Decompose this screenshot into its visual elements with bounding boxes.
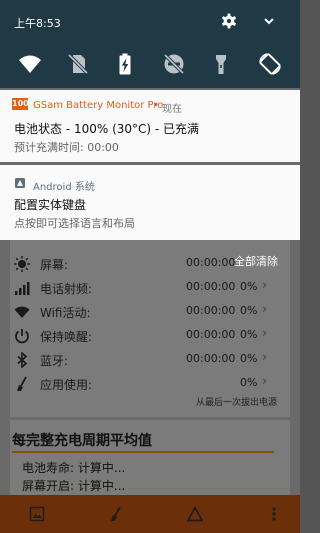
chevron-right-icon: › (262, 374, 268, 389)
bottom-nav-bar (0, 495, 300, 533)
usage-percent: 0% (240, 304, 258, 317)
chevron-right-icon: › (262, 350, 268, 365)
usage-row-bluetooth[interactable]: 蓝牙: 00:00:00 0% › (0, 348, 280, 372)
notification-app-name: Android 系统 (33, 182, 95, 193)
usage-label: 屏幕: (40, 258, 69, 272)
usage-time: 00:00:00 (186, 352, 236, 365)
wifi-icon (14, 306, 30, 318)
average-row: 电池寿命: 计算中... (22, 459, 125, 476)
no-sim-icon[interactable] (66, 52, 90, 76)
quick-settings-panel: 上午8:53 (0, 0, 300, 88)
flashlight-icon[interactable] (209, 52, 233, 76)
usage-label: 应用使用: (40, 378, 93, 392)
notification-time: 现在 (162, 104, 182, 115)
average-label: 电池寿命: (22, 461, 75, 475)
usage-time: 00:00:00 (186, 256, 236, 269)
usage-time: 00:00:00 (186, 328, 236, 341)
usage-row-wifi[interactable]: Wifi活动: 00:00:00 0% › (0, 300, 280, 324)
image-icon[interactable] (29, 506, 45, 522)
wifi-icon[interactable] (18, 52, 42, 76)
notification-title: 电池状态 - 100% (30°C) - 已充满 (14, 122, 200, 136)
broom-icon (17, 376, 27, 391)
usage-time: 00:00:00 (186, 304, 236, 317)
bluetooth-icon (17, 352, 28, 368)
notification-app-name: GSam Battery Monitor Pro (33, 100, 164, 111)
chevron-down-icon[interactable] (262, 14, 276, 28)
usage-row-app-usage[interactable]: 应用使用: 0% › (0, 372, 280, 396)
more-vert-icon[interactable] (266, 506, 282, 522)
usage-label: 电话射频: (40, 282, 93, 296)
usage-time: 00:00:00 (186, 280, 236, 293)
average-title-underline (12, 451, 274, 453)
average-label: 屏幕开启: (22, 479, 75, 493)
triangle-icon[interactable] (187, 506, 203, 522)
auto-rotate-icon[interactable] (258, 52, 282, 76)
clear-all-button[interactable]: 全部清除 (234, 253, 278, 269)
broom-icon[interactable] (108, 506, 124, 522)
notification-title: 配置实体键盘 (14, 198, 87, 212)
average-value: 计算中... (77, 479, 126, 493)
average-row: 屏幕开启: 计算中... (22, 477, 125, 494)
usage-label: 保持唤醒: (40, 330, 93, 344)
power-icon (15, 329, 29, 344)
android-system-icon (15, 178, 25, 188)
notification-text: 点按即可选择语言和布局 (14, 217, 135, 230)
average-value: 计算中... (77, 461, 126, 475)
usage-percent: 0% (240, 376, 258, 389)
usage-footnote: 从最后一次拔出电源 (196, 398, 278, 408)
usage-row-keep-awake[interactable]: 保持唤醒: 00:00:00 0% › (0, 324, 280, 348)
chevron-right-icon: › (262, 326, 268, 341)
usage-percent: 0% (240, 280, 258, 293)
usage-percent: 0% (240, 328, 258, 341)
signal-icon (15, 282, 30, 295)
gear-icon[interactable] (221, 13, 237, 29)
status-time: 上午8:53 (14, 17, 61, 30)
usage-label: 蓝牙: (40, 354, 69, 368)
screen-icon (14, 256, 30, 272)
usage-label: Wifi活动: (40, 306, 91, 320)
notification-text: 预计充满时间: 00:00 (14, 141, 119, 154)
average-title: 每完整充电周期平均值 (12, 433, 152, 449)
battery-charging-icon[interactable] (113, 52, 137, 76)
gsam-app-icon: 100 (12, 98, 29, 110)
battery-notification[interactable]: 100 GSam Battery Monitor Pro • 现在 电池状态 -… (0, 90, 300, 162)
chevron-right-icon: › (262, 302, 268, 317)
keyboard-notification[interactable]: Android 系统 配置实体键盘 点按即可选择语言和布局 (0, 165, 300, 240)
notification-separator: • (153, 100, 159, 111)
usage-row-phone-radio[interactable]: 电话射频: 00:00:00 0% › (0, 276, 280, 300)
usage-percent: 0% (240, 352, 258, 365)
chevron-right-icon: › (262, 278, 268, 293)
do-not-disturb-off-icon[interactable] (162, 52, 186, 76)
